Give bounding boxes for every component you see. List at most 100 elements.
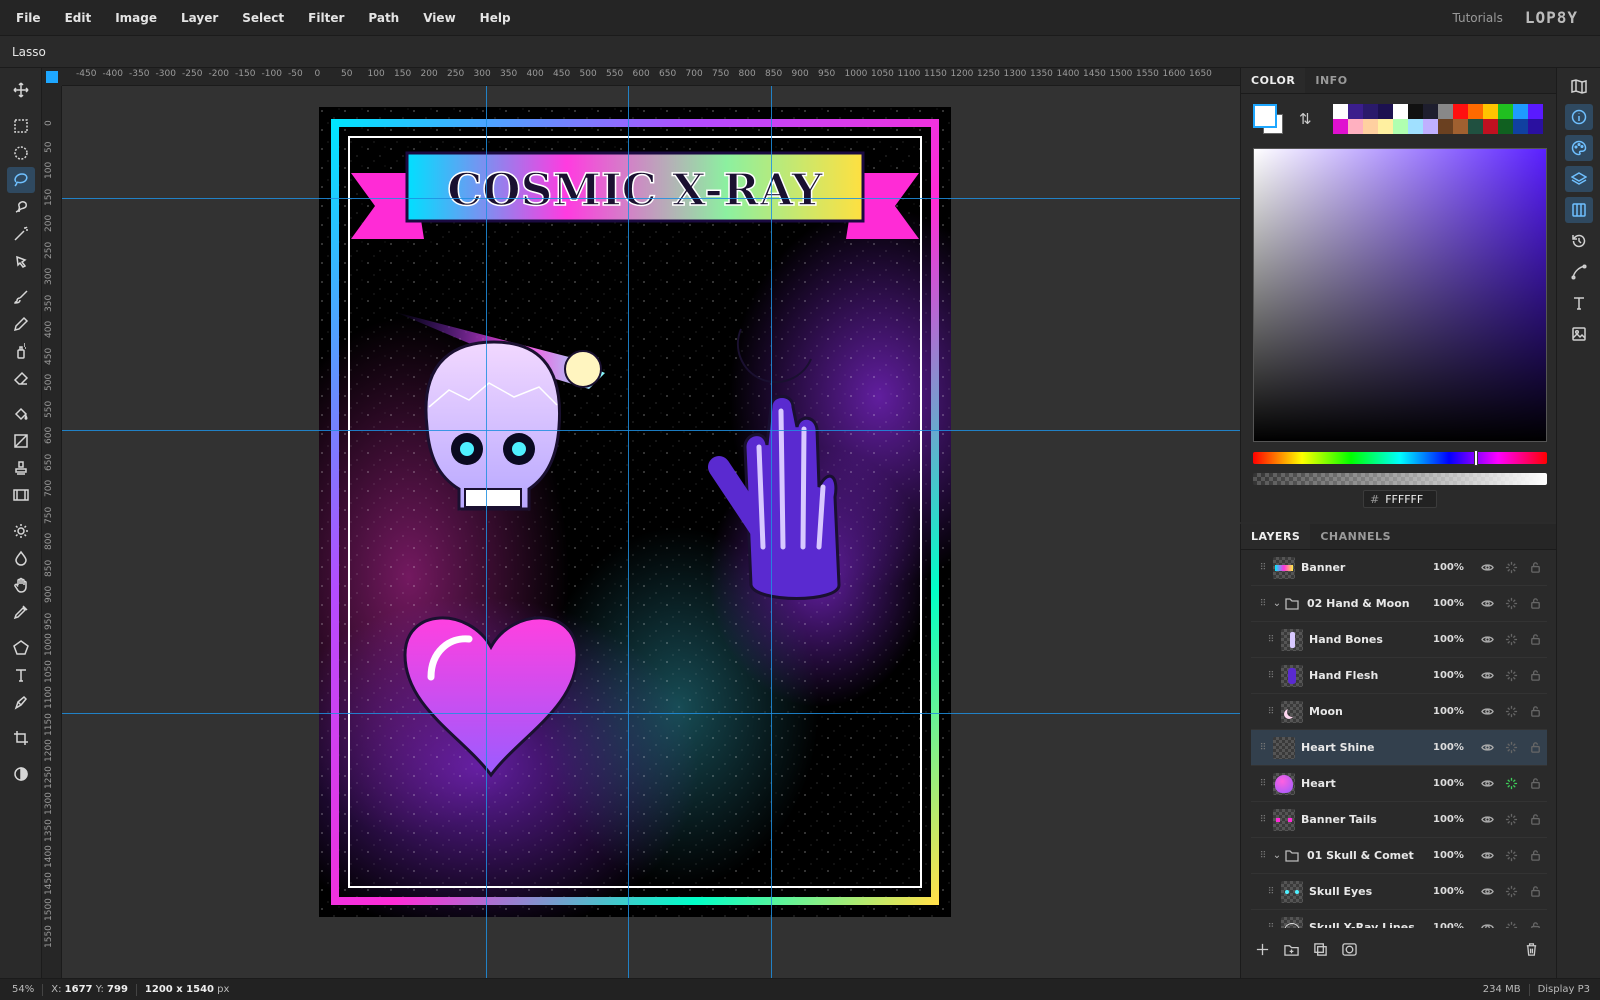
- ruler-left[interactable]: 0 50 100 150 200 250 300 350 400 450 500 550 600 650 7…: [42, 86, 62, 978]
- chevron-down-icon[interactable]: ⌄: [1269, 850, 1285, 861]
- menu-layer[interactable]: Layer: [169, 0, 230, 36]
- tutorials-link[interactable]: Tutorials: [1452, 11, 1502, 25]
- swap-colors-icon[interactable]: ⇅: [1299, 110, 1312, 128]
- palette-swatch[interactable]: [1333, 119, 1348, 134]
- layer-name[interactable]: Skull Eyes: [1309, 885, 1433, 898]
- layer-name[interactable]: Hand Bones: [1309, 633, 1433, 646]
- effects-icon[interactable]: [1499, 741, 1523, 754]
- layer-name[interactable]: 02 Hand & Moon: [1307, 597, 1433, 610]
- dock-paths-icon[interactable]: [1565, 259, 1593, 285]
- layer-name[interactable]: Heart: [1301, 777, 1433, 790]
- lock-icon[interactable]: [1523, 669, 1547, 682]
- lock-icon[interactable]: [1523, 777, 1547, 790]
- eye-icon[interactable]: [1475, 777, 1499, 790]
- lock-icon[interactable]: [1523, 885, 1547, 898]
- palette-swatch[interactable]: [1393, 119, 1408, 134]
- eraser-tool-icon[interactable]: [7, 365, 35, 391]
- menu-filter[interactable]: Filter: [296, 0, 356, 36]
- palette-swatch[interactable]: [1438, 119, 1453, 134]
- layer-row[interactable]: ⠿ Hand Flesh 100%: [1251, 658, 1547, 694]
- crop-tool-icon[interactable]: [7, 725, 35, 751]
- palette-swatch[interactable]: [1333, 104, 1348, 119]
- text-tool-icon[interactable]: [7, 662, 35, 688]
- canvas-workspace[interactable]: COSMIC X-RAY: [62, 86, 1240, 978]
- pencil-tool-icon[interactable]: [7, 311, 35, 337]
- layer-name[interactable]: Hand Flesh: [1309, 669, 1433, 682]
- lock-icon[interactable]: [1523, 921, 1547, 928]
- layer-row[interactable]: ⠿ Heart Shine 100%: [1251, 730, 1547, 766]
- fill-tool-icon[interactable]: [7, 401, 35, 427]
- effects-icon[interactable]: [1499, 561, 1523, 574]
- effects-icon[interactable]: [1499, 669, 1523, 682]
- palette-swatch[interactable]: [1513, 119, 1528, 134]
- foreground-color-swatch[interactable]: [1253, 104, 1277, 128]
- mask-toggle-icon[interactable]: [7, 761, 35, 787]
- burn-tool-icon[interactable]: [7, 545, 35, 571]
- hex-input[interactable]: # FFFFFF: [1363, 490, 1437, 508]
- palette-swatch[interactable]: [1438, 104, 1453, 119]
- palette-swatch[interactable]: [1408, 104, 1423, 119]
- menu-select[interactable]: Select: [230, 0, 296, 36]
- add-layer-icon[interactable]: [1255, 942, 1270, 960]
- ruler-top[interactable]: -450 -400 -350 -300 -250 -200 -150 -100 -50 0 50 10…: [62, 68, 1240, 86]
- layer-mask-icon[interactable]: [1342, 942, 1357, 960]
- spray-tool-icon[interactable]: [7, 338, 35, 364]
- lock-icon[interactable]: [1523, 741, 1547, 754]
- tab-color[interactable]: COLOR: [1241, 68, 1306, 93]
- dock-map-icon[interactable]: [1565, 73, 1593, 99]
- zoom-level[interactable]: 54%: [0, 984, 34, 995]
- palette-swatch[interactable]: [1378, 104, 1393, 119]
- chevron-down-icon[interactable]: ⌄: [1269, 598, 1285, 609]
- duplicate-layer-icon[interactable]: [1313, 942, 1328, 960]
- palette-swatch[interactable]: [1348, 104, 1363, 119]
- layer-row[interactable]: ⠿ ⌄ 02 Hand & Moon 100%: [1251, 586, 1547, 622]
- eye-icon[interactable]: [1475, 813, 1499, 826]
- effects-icon[interactable]: [1499, 633, 1523, 646]
- palette-swatch[interactable]: [1363, 119, 1378, 134]
- film-tool-icon[interactable]: [7, 482, 35, 508]
- palette-swatch[interactable]: [1348, 119, 1363, 134]
- layer-opacity[interactable]: 100%: [1433, 850, 1464, 861]
- eye-icon[interactable]: [1475, 849, 1499, 862]
- brush-tool-icon[interactable]: [7, 284, 35, 310]
- lock-icon[interactable]: [1523, 633, 1547, 646]
- layer-row[interactable]: ⠿ Skull X-Ray Lines 100%: [1251, 910, 1547, 928]
- guide-horizontal[interactable]: [62, 713, 1240, 714]
- dock-text-icon[interactable]: [1565, 290, 1593, 316]
- palette-swatch[interactable]: [1498, 119, 1513, 134]
- eye-icon[interactable]: [1475, 705, 1499, 718]
- palette-swatch[interactable]: [1453, 119, 1468, 134]
- pen-tool-icon[interactable]: [7, 689, 35, 715]
- palette-swatch[interactable]: [1528, 104, 1543, 119]
- layer-name[interactable]: Skull X-Ray Lines: [1309, 921, 1433, 928]
- layer-row[interactable]: ⠿ Banner Tails 100%: [1251, 802, 1547, 838]
- layer-opacity[interactable]: 100%: [1433, 670, 1464, 681]
- object-select-tool-icon[interactable]: [7, 248, 35, 274]
- eye-icon[interactable]: [1475, 669, 1499, 682]
- layer-opacity[interactable]: 100%: [1433, 562, 1464, 573]
- drag-handle-icon[interactable]: ⠿: [1265, 707, 1277, 717]
- saturation-value-picker[interactable]: [1253, 148, 1547, 442]
- palette-swatch[interactable]: [1423, 104, 1438, 119]
- layer-name[interactable]: Moon: [1309, 705, 1433, 718]
- stamp-tool-icon[interactable]: [7, 455, 35, 481]
- document-canvas[interactable]: COSMIC X-RAY: [319, 107, 951, 917]
- palette-swatch[interactable]: [1483, 119, 1498, 134]
- layer-opacity[interactable]: 100%: [1433, 922, 1464, 928]
- layer-row[interactable]: ⠿ Heart 100%: [1251, 766, 1547, 802]
- lock-icon[interactable]: [1523, 705, 1547, 718]
- palette-swatch[interactable]: [1498, 104, 1513, 119]
- shape-tool-icon[interactable]: [7, 635, 35, 661]
- effects-icon[interactable]: [1499, 705, 1523, 718]
- eye-icon[interactable]: [1475, 741, 1499, 754]
- guide-horizontal[interactable]: [62, 198, 1240, 199]
- palette-swatch[interactable]: [1378, 119, 1393, 134]
- menu-edit[interactable]: Edit: [53, 0, 104, 36]
- layer-name[interactable]: Banner Tails: [1301, 813, 1433, 826]
- layer-name[interactable]: 01 Skull & Comet: [1307, 849, 1433, 862]
- dock-color-icon[interactable]: [1565, 135, 1593, 161]
- eye-icon[interactable]: [1475, 921, 1499, 928]
- eye-icon[interactable]: [1475, 633, 1499, 646]
- effects-icon[interactable]: [1499, 885, 1523, 898]
- drag-handle-icon[interactable]: ⠿: [1257, 743, 1269, 753]
